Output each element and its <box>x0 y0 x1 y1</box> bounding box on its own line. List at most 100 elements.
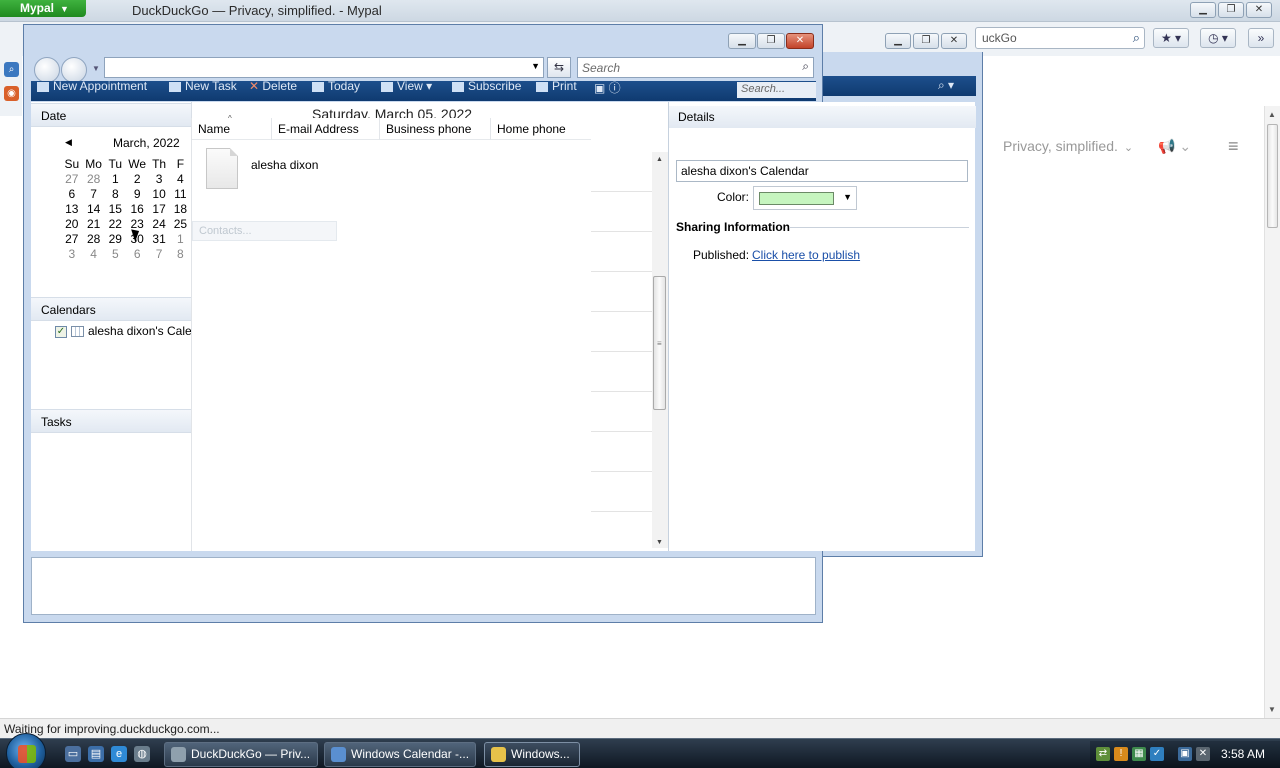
day-cell[interactable]: 8 <box>105 186 126 201</box>
switch-windows-icon[interactable]: ▤ <box>88 746 104 762</box>
browser-scrollbar[interactable]: ▲ ▼ <box>1264 106 1280 718</box>
search-icon[interactable]: ⌕ <box>802 59 809 74</box>
contact-item[interactable]: alesha dixon <box>206 148 336 192</box>
options-icon[interactable]: ▣ ⓘ <box>594 81 621 96</box>
time-slot[interactable] <box>591 352 653 392</box>
close-button[interactable]: ✕ <box>1246 2 1272 18</box>
tray-app-icon[interactable]: ▦ <box>1132 747 1146 761</box>
minimize-button[interactable]: ▁ <box>1190 2 1216 18</box>
history-button[interactable]: ◷ ▾ <box>1200 28 1236 48</box>
time-slot[interactable] <box>591 232 653 272</box>
taskbar-clock[interactable]: 3:58 AM <box>1221 747 1265 761</box>
start-button[interactable] <box>6 733 46 768</box>
ddg-tagline-dropdown[interactable]: Privacy, simplified. ⌄ <box>1003 138 1133 154</box>
time-slot[interactable] <box>591 432 653 472</box>
maximize-button[interactable]: ❐ <box>913 33 939 49</box>
day-cell[interactable]: 2 <box>126 171 148 186</box>
megaphone-icon[interactable]: 📢 ⌄ <box>1158 138 1191 155</box>
forward-button[interactable] <box>61 57 87 83</box>
time-slot[interactable] <box>591 312 653 352</box>
toolbar-search-input[interactable]: Search... <box>737 82 816 98</box>
taskbar-button-windows-contacts[interactable]: Windows... <box>484 742 580 767</box>
day-cell[interactable]: 9 <box>126 186 148 201</box>
network-icon[interactable]: ▣ <box>1178 747 1192 761</box>
day-cell[interactable]: 6 <box>126 246 148 261</box>
day-cell[interactable]: 17 <box>148 201 169 216</box>
view-button[interactable]: View ▾ <box>381 81 432 93</box>
volume-muted-icon[interactable]: ✕ <box>1196 747 1210 761</box>
day-cell[interactable]: 25 <box>170 216 191 231</box>
minimize-button[interactable]: ▁ <box>885 33 911 49</box>
time-slot[interactable] <box>591 192 653 232</box>
search-sidebar-icon[interactable]: ⌕ <box>4 62 19 77</box>
day-cell[interactable]: 1 <box>170 231 191 246</box>
scroll-down-icon[interactable]: ▼ <box>656 539 663 546</box>
time-slot[interactable] <box>591 152 653 192</box>
time-slot[interactable] <box>591 472 653 512</box>
day-cell[interactable]: 28 <box>83 171 105 186</box>
taskbar-button-duckduckgo[interactable]: DuckDuckGo — Priv... <box>164 742 318 767</box>
time-slot[interactable] <box>591 392 653 432</box>
day-cell[interactable]: 8 <box>170 246 191 261</box>
maximize-button[interactable]: ❐ <box>757 33 785 49</box>
search-icon[interactable]: ⌕ <box>1133 30 1140 46</box>
mypal-quicklaunch-icon[interactable]: ◍ <box>134 746 150 762</box>
calendar-search-input[interactable]: Search ⌕ <box>577 57 814 78</box>
new-appointment-button[interactable]: New Appointment <box>37 81 147 93</box>
scroll-up-icon[interactable]: ▲ <box>656 156 663 163</box>
day-cell[interactable]: 5 <box>105 246 126 261</box>
delete-button[interactable]: ✕ Delete <box>249 81 297 93</box>
day-cell[interactable]: 10 <box>148 186 169 201</box>
day-cell[interactable]: 22 <box>105 216 126 231</box>
chevron-down-icon[interactable]: ▼ <box>531 61 540 71</box>
minimize-button[interactable]: ▁ <box>728 33 756 49</box>
calendar-name-input[interactable] <box>676 160 968 182</box>
calendar-visibility-checkbox[interactable]: ✓ <box>55 325 67 338</box>
close-button[interactable]: ✕ <box>786 33 814 49</box>
previous-month-icon[interactable]: ◀ <box>65 137 72 148</box>
internet-explorer-icon[interactable]: e <box>111 746 127 762</box>
day-cell[interactable]: 7 <box>148 246 169 261</box>
mypal-menu-button[interactable]: Mypal ▼ <box>0 0 86 17</box>
column-header-name[interactable]: ^ Name <box>192 114 272 140</box>
chevron-down-icon[interactable]: ▼ <box>843 192 852 202</box>
scrollbar-thumb[interactable] <box>1267 124 1278 228</box>
day-cell[interactable]: 20 <box>61 216 83 231</box>
tray-network-icon[interactable]: ⇄ <box>1096 747 1110 761</box>
duckduckgo-icon[interactable]: ◉ <box>4 86 19 101</box>
day-cell[interactable]: 24 <box>148 216 169 231</box>
new-task-button[interactable]: New Task <box>169 81 237 93</box>
maximize-button[interactable]: ❐ <box>1218 2 1244 18</box>
day-cell[interactable]: 3 <box>61 246 83 261</box>
day-view-scrollbar[interactable]: ▲ ≡ ▼ <box>652 152 668 548</box>
day-cell[interactable]: 11 <box>170 186 191 201</box>
day-cell[interactable]: 16 <box>126 201 148 216</box>
day-cell[interactable]: 29 <box>105 231 126 246</box>
day-cell[interactable]: 3 <box>148 171 169 186</box>
day-cell[interactable]: 28 <box>83 231 105 246</box>
taskbar-button-windows-calendar[interactable]: Windows Calendar -... <box>324 742 476 767</box>
tray-shield-icon[interactable]: ! <box>1114 747 1128 761</box>
scroll-down-icon[interactable]: ▼ <box>1268 705 1276 714</box>
address-bar[interactable]: ▼ <box>104 57 544 78</box>
day-cell[interactable]: 1 <box>105 171 126 186</box>
day-cell[interactable]: 4 <box>170 171 191 186</box>
day-cell[interactable]: 6 <box>61 186 83 201</box>
day-cell[interactable]: 4 <box>83 246 105 261</box>
publish-link[interactable]: Click here to publish <box>752 248 860 262</box>
day-cell[interactable]: 31 <box>148 231 169 246</box>
refresh-button[interactable]: ⇆ <box>547 57 571 78</box>
day-cell[interactable]: 27 <box>61 231 83 246</box>
day-cell[interactable]: 18 <box>170 201 191 216</box>
column-header-email[interactable]: E-mail Address <box>272 118 380 140</box>
day-cell[interactable]: 7 <box>83 186 105 201</box>
time-slots[interactable] <box>591 152 653 547</box>
hamburger-menu-icon[interactable]: ≡ <box>1228 136 1239 157</box>
day-cell[interactable]: 27 <box>61 171 83 186</box>
bookmarks-star-button[interactable]: ★ ▾ <box>1153 28 1189 48</box>
day-cell[interactable]: 13 <box>61 201 83 216</box>
time-slot[interactable] <box>591 272 653 312</box>
more-tools-button[interactable]: » <box>1248 28 1274 48</box>
column-header-business-phone[interactable]: Business phone <box>380 118 491 140</box>
search-icon[interactable]: ⌕ ▾ <box>938 78 954 93</box>
